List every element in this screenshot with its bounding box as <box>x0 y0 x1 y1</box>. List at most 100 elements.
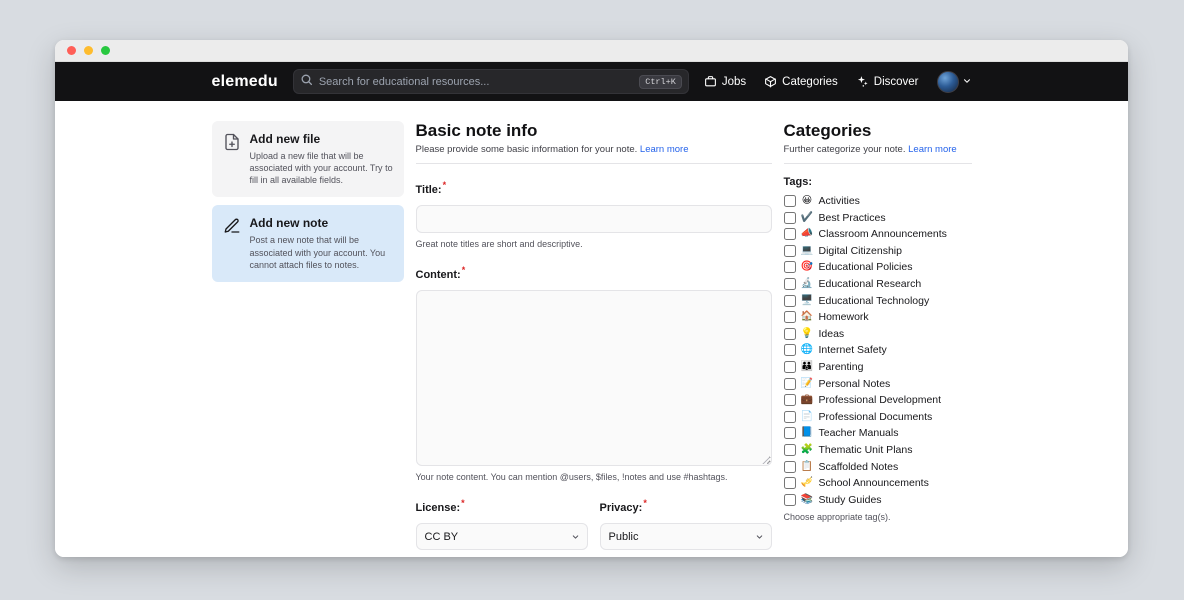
tag-checkbox[interactable] <box>783 460 796 473</box>
tag-label: Best Practices <box>818 211 886 224</box>
tag-row[interactable]: 📝 Personal Notes <box>783 377 972 390</box>
tag-checkbox[interactable] <box>783 211 796 224</box>
window-titlebar <box>55 40 1128 62</box>
categories-title: Categories <box>783 121 872 140</box>
tag-label: Educational Technology <box>818 294 930 307</box>
top-navbar: elemedu Ctrl+K <box>55 62 1128 101</box>
tag-list: 😀 Activities ✔️ Best Practices 📣 Classro… <box>783 195 972 506</box>
user-menu[interactable] <box>936 70 972 93</box>
tags-help: Choose appropriate tag(s). <box>783 511 891 522</box>
browser-window: elemedu Ctrl+K <box>55 40 1128 557</box>
tag-checkbox[interactable] <box>783 493 796 506</box>
tag-emoji-icon: ✔️ <box>800 211 814 223</box>
tag-checkbox[interactable] <box>783 228 796 241</box>
tag-row[interactable]: 📋 Scaffolded Notes <box>783 460 972 473</box>
card-description: Post a new note that will be associated … <box>249 235 386 270</box>
tag-checkbox[interactable] <box>783 360 796 373</box>
tag-label: Activities <box>818 195 860 207</box>
tag-row[interactable]: 🔬 Educational Research <box>783 277 972 290</box>
close-button[interactable] <box>67 46 76 55</box>
tag-emoji-icon: 📋 <box>800 460 814 472</box>
tag-row[interactable]: 🎺 School Announcements <box>783 477 972 490</box>
tag-row[interactable]: 👪 Parenting <box>783 360 972 373</box>
content-help: Your note content. You can mention @user… <box>415 472 728 482</box>
brand-logo[interactable]: elemedu <box>212 73 278 91</box>
tag-emoji-icon: 💡 <box>800 327 814 339</box>
tag-checkbox[interactable] <box>783 443 796 456</box>
nav-item-discover[interactable]: Discover <box>856 75 919 88</box>
tag-emoji-icon: 🏠 <box>800 311 814 323</box>
tag-row[interactable]: 📄 Professional Documents <box>783 410 972 423</box>
card-description: Upload a new file that will be associate… <box>249 151 393 186</box>
tag-checkbox[interactable] <box>783 261 796 274</box>
content-textarea[interactable] <box>415 290 772 466</box>
tag-row[interactable]: 🎯 Educational Policies <box>783 261 972 274</box>
tag-checkbox[interactable] <box>783 477 796 490</box>
add-file-card[interactable]: Add new file Upload a new file that will… <box>211 121 404 198</box>
search-bar[interactable]: Ctrl+K <box>292 69 689 94</box>
privacy-label: Privacy:* <box>599 498 647 514</box>
tag-row[interactable]: 💡 Ideas <box>783 327 972 340</box>
categories-learn-more-link[interactable]: Learn more <box>908 144 957 155</box>
tag-row[interactable]: 🌐 Internet Safety <box>783 344 972 357</box>
card-title: Add new file <box>249 132 321 146</box>
tag-row[interactable]: 📚 Study Guides <box>783 493 972 506</box>
tag-row[interactable]: 🏠 Homework <box>783 311 972 324</box>
tag-checkbox[interactable] <box>783 277 796 290</box>
tag-checkbox[interactable] <box>783 327 796 340</box>
tag-checkbox[interactable] <box>783 377 796 390</box>
file-plus-icon <box>223 132 241 186</box>
categories-subtitle-text: Further categorize your note. <box>783 144 906 155</box>
form-learn-more-link[interactable]: Learn more <box>640 144 689 155</box>
tag-emoji-icon: 📣 <box>800 228 814 240</box>
tag-checkbox[interactable] <box>783 427 796 440</box>
required-asterisk: * <box>643 498 647 509</box>
tag-emoji-icon: 📄 <box>800 410 814 422</box>
tag-row[interactable]: 😀 Activities <box>783 195 972 207</box>
sparkles-icon <box>856 75 869 88</box>
license-label: License:* <box>415 498 465 514</box>
tag-row[interactable]: 🧩 Thematic Unit Plans <box>783 443 972 456</box>
search-input[interactable] <box>318 75 634 88</box>
nav-item-jobs[interactable]: Jobs <box>704 75 746 88</box>
tag-label: Homework <box>818 311 869 324</box>
tag-emoji-icon: 🎺 <box>800 477 814 489</box>
license-help: Choose a license for your content. <box>416 556 588 557</box>
tag-label: Personal Notes <box>818 377 891 390</box>
title-input[interactable] <box>415 205 772 233</box>
required-asterisk: * <box>442 180 447 191</box>
tag-checkbox[interactable] <box>783 244 796 257</box>
tag-label: Thematic Unit Plans <box>818 443 913 456</box>
page-content: Add new file Upload a new file that will… <box>55 101 1128 557</box>
tag-label: Educational Policies <box>818 261 913 274</box>
required-asterisk: * <box>461 265 466 276</box>
tag-row[interactable]: ✔️ Best Practices <box>783 211 972 224</box>
tag-checkbox[interactable] <box>783 344 796 357</box>
nav-item-label: Categories <box>782 75 838 88</box>
tag-emoji-icon: 📘 <box>800 427 814 439</box>
tag-checkbox[interactable] <box>783 410 796 423</box>
tag-row[interactable]: 📣 Classroom Announcements <box>783 228 972 241</box>
privacy-select[interactable]: Public <box>599 523 772 550</box>
content-field: Content:* Your note content. You can men… <box>415 265 772 482</box>
minimize-button[interactable] <box>84 46 93 55</box>
tag-row[interactable]: 📘 Teacher Manuals <box>783 427 972 440</box>
card-title: Add new note <box>249 216 329 231</box>
tag-emoji-icon: 🎯 <box>800 261 814 273</box>
title-help: Great note titles are short and descript… <box>415 239 583 249</box>
tag-row[interactable]: 🖥️ Educational Technology <box>783 294 972 307</box>
tag-label: Ideas <box>818 327 845 340</box>
tag-checkbox[interactable] <box>783 311 796 324</box>
tag-checkbox[interactable] <box>783 294 796 307</box>
chevron-down-icon <box>962 73 972 91</box>
zoom-button[interactable] <box>101 46 110 55</box>
tag-checkbox[interactable] <box>783 195 796 207</box>
tag-row[interactable]: 💻 Digital Citizenship <box>783 244 972 257</box>
tag-row[interactable]: 💼 Professional Development <box>783 394 972 407</box>
avatar[interactable] <box>936 70 959 93</box>
add-note-card[interactable]: Add new note Post a new note that will b… <box>211 205 404 282</box>
tag-checkbox[interactable] <box>783 394 796 407</box>
license-select[interactable]: CC BY <box>415 523 588 550</box>
license-field: License:* CC BY Choose a license <box>415 498 588 557</box>
nav-item-categories[interactable]: Categories <box>764 75 838 88</box>
